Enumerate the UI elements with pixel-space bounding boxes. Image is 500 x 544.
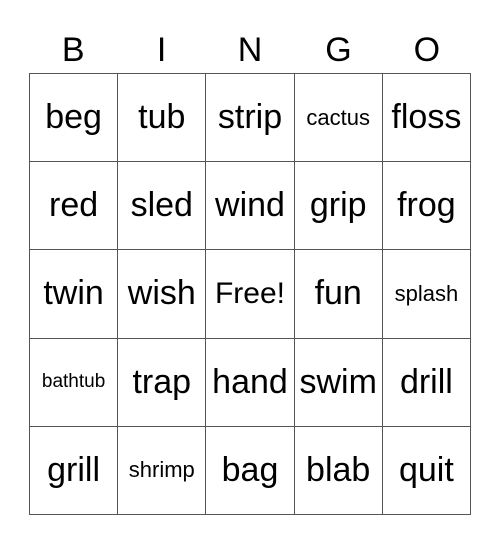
bingo-cell: bag — [206, 426, 295, 515]
bingo-cell: swim — [294, 338, 383, 427]
bingo-cell: twin — [30, 250, 119, 339]
bingo-cell: hand — [206, 338, 295, 427]
bingo-cell: grill — [30, 426, 119, 515]
header-letter-n: N — [237, 31, 263, 69]
bingo-card: beg tub strip cactus floss red sled wind… — [29, 73, 471, 515]
bingo-cell: drill — [382, 338, 471, 427]
bingo-cell: sled — [118, 162, 207, 251]
bingo-cell: strip — [206, 74, 295, 163]
bingo-cell: frog — [382, 162, 471, 251]
bingo-cell: floss — [382, 74, 471, 163]
bingo-cell: bathtub — [30, 338, 119, 427]
bingo-cell: grip — [294, 162, 383, 251]
bingo-cell: blab — [294, 426, 383, 515]
bingo-cell: fun — [294, 250, 383, 339]
bingo-cell: red — [30, 162, 119, 251]
bingo-cell: wind — [206, 162, 295, 251]
bingo-cell: shrimp — [118, 426, 207, 515]
bingo-cell: trap — [118, 338, 207, 427]
bingo-header: B I N G O — [29, 28, 471, 72]
bingo-cell: tub — [118, 74, 207, 163]
bingo-cell: quit — [382, 426, 471, 515]
header-letter-i: I — [156, 31, 167, 69]
header-letter-g: G — [325, 31, 352, 69]
header-letter-b: B — [61, 31, 85, 69]
bingo-cell: cactus — [294, 74, 383, 163]
header-letter-o: O — [413, 31, 441, 69]
bingo-cell: beg — [30, 74, 119, 163]
bingo-cell: wish — [118, 250, 207, 339]
free-space: Free! — [206, 250, 295, 339]
bingo-cell: splash — [382, 250, 471, 339]
